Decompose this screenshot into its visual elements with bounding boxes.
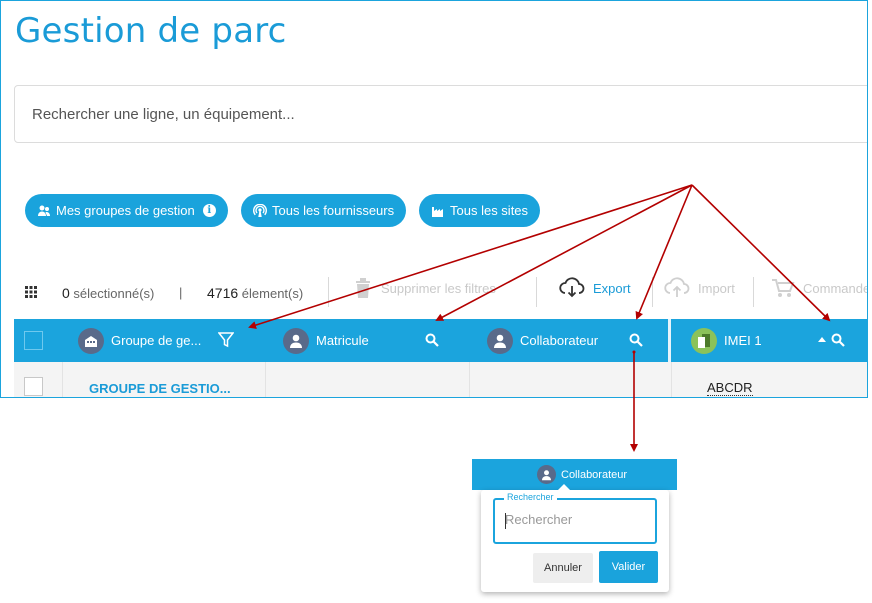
stage: Gestion de parc Mes groupes de gestion i… bbox=[0, 0, 872, 603]
column-header-group[interactable]: Groupe de ge... bbox=[78, 319, 201, 362]
column-divider bbox=[668, 319, 671, 362]
export-label: Export bbox=[593, 280, 631, 296]
validate-button[interactable]: Valider bbox=[599, 551, 658, 583]
grid-menu-icon[interactable] bbox=[25, 286, 37, 301]
cancel-button[interactable]: Annuler bbox=[533, 553, 593, 583]
row-group-link[interactable]: GROUPE DE GESTIO... bbox=[89, 381, 231, 396]
building-icon bbox=[78, 327, 104, 354]
device-icon bbox=[691, 327, 717, 354]
toolbar-divider bbox=[328, 277, 329, 307]
cell-divider bbox=[265, 362, 266, 397]
popup-search-legend: Rechercher bbox=[504, 492, 557, 502]
total-count: 4716 élement(s) bbox=[207, 285, 303, 301]
filter-suppliers-button[interactable]: Tous les fournisseurs bbox=[241, 194, 407, 227]
cloud-download-icon bbox=[559, 277, 585, 298]
delete-filters-button[interactable]: Supprimer les filtres bbox=[353, 277, 496, 299]
cell-divider bbox=[671, 362, 672, 397]
sort-up-icon[interactable] bbox=[817, 333, 827, 352]
toolbar: 0 sélectionné(s) | 4716 élement(s) Suppr… bbox=[1, 271, 868, 311]
search-box[interactable] bbox=[14, 85, 867, 143]
column-header-imei[interactable]: IMEI 1 bbox=[691, 319, 762, 362]
cart-icon bbox=[772, 279, 795, 297]
table-row[interactable]: GROUPE DE GESTIO... ABCDR bbox=[14, 362, 867, 397]
total-count-value: 4716 bbox=[207, 285, 239, 301]
column-label-group: Groupe de ge... bbox=[111, 333, 202, 348]
search-icon[interactable] bbox=[425, 333, 439, 352]
trash-icon bbox=[356, 278, 370, 298]
select-all-checkbox[interactable] bbox=[24, 331, 43, 350]
import-label: Import bbox=[698, 280, 735, 296]
search-input[interactable] bbox=[15, 86, 867, 142]
toolbar-divider bbox=[753, 277, 754, 307]
export-button[interactable]: Export bbox=[559, 277, 631, 299]
filter-groups-button[interactable]: Mes groupes de gestion i bbox=[25, 194, 228, 227]
toolbar-pipe: | bbox=[179, 285, 183, 300]
popup-header: Collaborateur bbox=[472, 459, 677, 490]
order-label: Commande bbox=[803, 280, 868, 296]
column-label-imei: IMEI 1 bbox=[724, 333, 762, 348]
popup-card: Rechercher Annuler Valider bbox=[481, 484, 669, 592]
column-label-matricule: Matricule bbox=[316, 333, 369, 348]
popup-header-label: Collaborateur bbox=[561, 468, 628, 481]
popup-search-input[interactable] bbox=[505, 512, 645, 527]
cell-divider bbox=[469, 362, 470, 397]
antenna-icon bbox=[253, 203, 267, 218]
users-icon bbox=[37, 204, 51, 218]
filter-icon[interactable] bbox=[217, 332, 235, 353]
row-checkbox[interactable] bbox=[24, 377, 43, 396]
selected-count-value: 0 bbox=[62, 285, 70, 301]
filter-sites-label: Tous les sites bbox=[450, 203, 529, 218]
cloud-upload-icon bbox=[664, 277, 690, 297]
table-header: Groupe de ge... Matricule Collaborateur bbox=[14, 319, 867, 362]
toolbar-divider bbox=[536, 277, 537, 307]
user-icon bbox=[283, 327, 309, 354]
filter-groups-label: Mes groupes de gestion bbox=[56, 203, 195, 218]
order-button[interactable]: Commande bbox=[771, 277, 868, 299]
search-icon[interactable] bbox=[831, 333, 845, 352]
app-frame: Gestion de parc Mes groupes de gestion i… bbox=[0, 0, 868, 398]
column-header-collaborateur[interactable]: Collaborateur bbox=[487, 319, 598, 362]
user-icon bbox=[487, 327, 513, 354]
search-popup: Collaborateur Rechercher Annuler Valider bbox=[472, 459, 677, 598]
filter-suppliers-label: Tous les fournisseurs bbox=[272, 203, 395, 218]
total-count-label: élement(s) bbox=[241, 286, 304, 301]
import-button[interactable]: Import bbox=[664, 277, 735, 299]
info-icon[interactable]: i bbox=[202, 204, 216, 217]
popup-caret bbox=[557, 484, 571, 491]
user-icon bbox=[537, 465, 556, 484]
factory-icon bbox=[431, 204, 445, 218]
selected-count: 0 sélectionné(s) bbox=[62, 285, 154, 301]
filter-sites-button[interactable]: Tous les sites bbox=[419, 194, 541, 227]
selected-count-label: sélectionné(s) bbox=[73, 286, 155, 301]
column-label-collaborateur: Collaborateur bbox=[520, 333, 599, 348]
row-imei: ABCDR bbox=[707, 380, 753, 396]
page-title: Gestion de parc bbox=[15, 11, 287, 51]
delete-filters-label: Supprimer les filtres bbox=[381, 280, 496, 296]
cell-divider bbox=[62, 362, 63, 397]
popup-search-field[interactable]: Rechercher bbox=[493, 492, 657, 544]
search-icon[interactable] bbox=[629, 333, 643, 352]
toolbar-divider bbox=[652, 277, 653, 307]
column-header-matricule[interactable]: Matricule bbox=[283, 319, 369, 362]
